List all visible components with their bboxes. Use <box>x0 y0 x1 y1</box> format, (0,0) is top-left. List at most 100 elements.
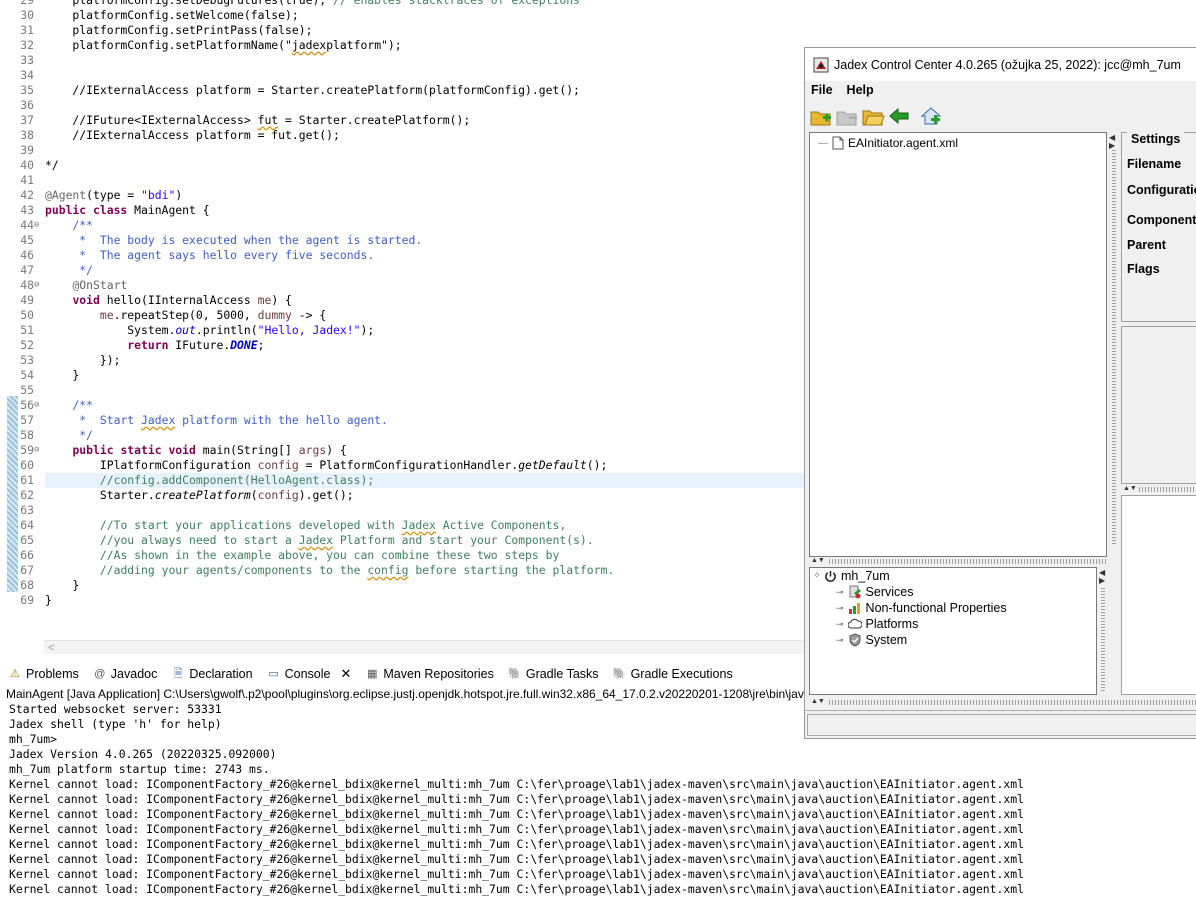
line-number: 31 <box>20 23 34 37</box>
back-arrow-icon[interactable] <box>887 104 911 128</box>
jadex-logo-icon <box>813 57 829 72</box>
line-text: System.out.println("Hello, Jadex!"); <box>45 323 375 337</box>
line-text: */ <box>45 158 59 172</box>
horizontal-divider[interactable] <box>829 559 1107 564</box>
line-number: 52 <box>20 338 34 352</box>
console-line: Kernel cannot load: IComponentFactory_#2… <box>9 807 1024 821</box>
split-arrows-horizontal[interactable]: ▲▼ <box>811 557 825 564</box>
view-tabs: ⚠ Problems @ Javadoc 🗎 Declaration ▭ Console ✕ ▦ M… <box>0 662 805 686</box>
tab-problems[interactable]: ⚠ Problems <box>8 667 79 681</box>
console-line: mh_7um platform startup time: 2743 ms. <box>9 762 270 776</box>
open-folder-icon[interactable] <box>861 104 885 128</box>
code-editor[interactable]: 29 platformConfig.setDebugFutures(true);… <box>0 0 805 655</box>
line-text: * The body is executed when the agent is… <box>72 233 423 247</box>
line-text: //you always need to start a Jadex Platf… <box>99 533 594 547</box>
split-arrows-horizontal[interactable]: ▲▼ <box>1123 485 1137 492</box>
line-number: 50 <box>20 308 34 322</box>
tree-collapse-handle-icon[interactable]: ᛜ <box>814 571 820 582</box>
platform-tree[interactable]: ᛜ mh_7um ⊸ Services ⊸ Non-functional Pro… <box>809 567 1097 695</box>
line-number: 36 <box>20 98 34 112</box>
horizontal-divider[interactable] <box>1139 487 1196 492</box>
line-number: 60 <box>20 458 34 472</box>
tab-label: Gradle Tasks <box>525 667 599 681</box>
line-text: me.repeatStep(0, 5000, dummy -> { <box>99 308 327 322</box>
line-text: */ <box>72 428 94 442</box>
window-title: Jadex Control Center 4.0.265 (ožujka 25,… <box>834 57 1181 72</box>
tab-console[interactable]: ▭ Console ✕ <box>267 666 351 682</box>
line-number: 65 <box>20 533 34 547</box>
line-number: 48 <box>20 278 34 292</box>
line-number: 56 <box>20 398 34 412</box>
tree-item-file[interactable]: — EAInitiator.agent.xml <box>818 136 958 150</box>
line-number: 38 <box>20 128 34 142</box>
window-title-bar[interactable]: Jadex Control Center 4.0.265 (ožujka 25,… <box>805 48 1196 81</box>
line-text: return IFuture.DONE; <box>127 338 265 352</box>
menu-file[interactable]: File <box>811 83 833 99</box>
tree-expand-handle-icon[interactable]: ⊸ <box>836 635 844 646</box>
tab-label: Maven Repositories <box>383 667 494 681</box>
tree-root-platform[interactable]: ᛜ mh_7um <box>814 569 890 583</box>
fold-toggle-icon[interactable]: ⊖ <box>34 218 44 233</box>
tree-item-system[interactable]: ⊸ System <box>836 633 907 647</box>
split-expand-arrows[interactable]: ◀ ▶ <box>1099 569 1105 585</box>
console-line: Kernel cannot load: IComponentFactory_#2… <box>9 822 1024 836</box>
line-text: //IExternalAccess platform = fut.get(); <box>45 128 340 142</box>
menu-help[interactable]: Help <box>847 83 874 99</box>
fold-toggle-icon[interactable]: ⊖ <box>34 398 44 413</box>
tab-maven-repositories[interactable]: ▦ Maven Repositories <box>365 667 494 681</box>
line-text: * The agent says hello every five second… <box>72 248 375 262</box>
tree-item-platforms[interactable]: ⊸ Platforms <box>836 617 918 631</box>
close-icon[interactable]: ✕ <box>340 666 351 682</box>
console-line: Jadex Version 4.0.265 (20220325.092000) <box>9 747 277 761</box>
tree-expand-handle-icon[interactable]: ⊸ <box>836 603 844 614</box>
line-number: 69 <box>20 593 34 607</box>
fold-toggle-icon[interactable]: ⊖ <box>34 443 44 458</box>
line-text: @OnStart <box>72 278 128 292</box>
add-home-icon[interactable] <box>919 104 943 128</box>
line-number: 49 <box>20 293 34 307</box>
tab-javadoc[interactable]: @ Javadoc <box>93 667 157 681</box>
remove-folder-icon[interactable] <box>835 104 859 128</box>
javadoc-icon: @ <box>94 668 106 680</box>
fold-toggle-icon[interactable]: ⊖ <box>34 278 44 293</box>
line-number: 59 <box>20 443 34 457</box>
toolbar <box>805 102 1196 130</box>
tab-declaration[interactable]: 🗎 Declaration <box>171 667 253 681</box>
line-text: /** <box>72 218 94 232</box>
services-icon <box>849 585 861 599</box>
jadex-control-center-window[interactable]: Jadex Control Center 4.0.265 (ožujka 25,… <box>804 47 1196 739</box>
model-explorer-tree[interactable]: — EAInitiator.agent.xml <box>809 132 1107 557</box>
line-number: 61 <box>20 473 34 487</box>
line-number: 32 <box>20 38 34 52</box>
line-number: 64 <box>20 518 34 532</box>
maven-icon: ▦ <box>367 668 378 680</box>
vertical-divider[interactable] <box>1112 150 1116 545</box>
horizontal-scrollbar[interactable]: < <box>44 640 805 654</box>
split-expand-arrows[interactable]: ◀ ▶ <box>1109 134 1115 150</box>
problems-icon: ⚠ <box>10 668 20 680</box>
tree-item-services[interactable]: ⊸ Services <box>836 585 913 599</box>
declaration-icon: 🗎 <box>173 668 183 680</box>
line-number: 53 <box>20 353 34 367</box>
horizontal-divider[interactable] <box>829 700 1196 705</box>
split-arrows-horizontal[interactable]: ▲▼ <box>811 698 825 705</box>
gradle-executions-icon: 🐘 <box>612 668 627 680</box>
tree-item-non-functional-properties[interactable]: ⊸ Non-functional Properties <box>836 601 1007 615</box>
scroll-left-arrow[interactable]: < <box>48 642 54 654</box>
vertical-divider[interactable] <box>1101 588 1105 693</box>
line-number: 35 <box>20 83 34 97</box>
console-line: Kernel cannot load: IComponentFactory_#2… <box>9 837 1024 851</box>
tab-gradle-executions[interactable]: 🐘 Gradle Executions <box>613 667 733 681</box>
tree-line-icon: — <box>818 137 828 149</box>
line-text: } <box>45 593 52 607</box>
tree-expand-handle-icon[interactable]: ⊸ <box>836 619 844 630</box>
line-text: Starter.createPlatform(config).get(); <box>45 488 354 502</box>
flags-label: Flags <box>1127 262 1160 276</box>
add-folder-icon[interactable] <box>809 104 833 128</box>
line-number: 39 <box>20 143 34 157</box>
tab-gradle-tasks[interactable]: 🐘 Gradle Tasks <box>508 667 599 681</box>
console-launch-header: MainAgent [Java Application] C:\Users\gw… <box>6 687 805 701</box>
line-number: 67 <box>20 563 34 577</box>
tree-expand-handle-icon[interactable]: ⊸ <box>836 587 844 598</box>
console-line: Kernel cannot load: IComponentFactory_#2… <box>9 867 1024 881</box>
